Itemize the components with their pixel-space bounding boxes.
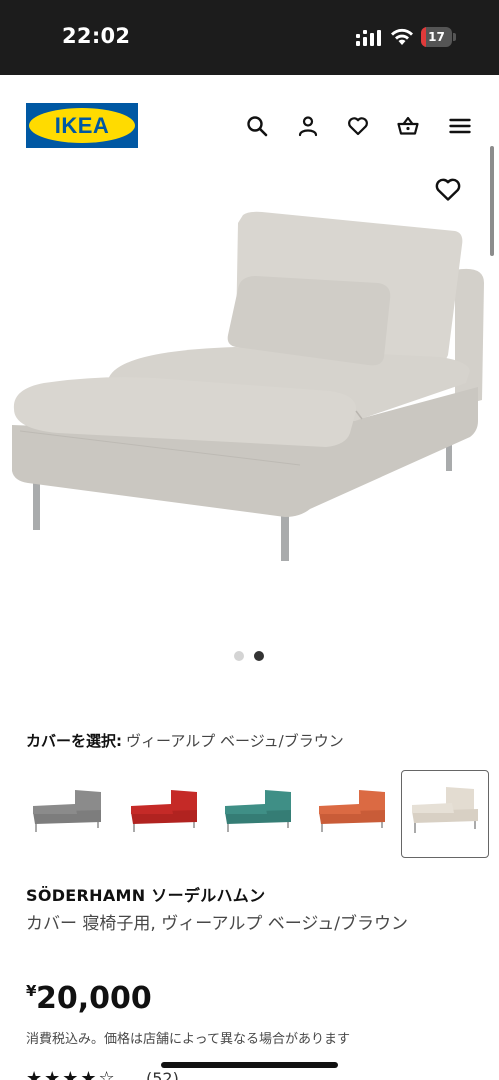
rating-stars: ★★★★☆ [26, 1068, 117, 1080]
product-image[interactable] [0, 175, 499, 640]
logo-text: IKEA [54, 113, 110, 138]
review-count[interactable]: (52) [146, 1069, 179, 1080]
signal-icon [356, 30, 381, 46]
status-time: 22:02 [62, 24, 131, 48]
price-currency: ¥ [26, 982, 37, 1000]
site-header: IKEA [0, 75, 499, 175]
account-icon[interactable] [295, 113, 321, 139]
battery-level: 17 [428, 30, 445, 44]
tax-note: 消費税込み。価格は店舗によって異なる場合があります [26, 1032, 350, 1047]
product-name: SÖDERHAMN ソーデルハムン [26, 886, 266, 905]
heart-icon[interactable] [345, 113, 371, 139]
cover-value: ヴィーアルプ ベージュ/ブラウン [126, 732, 344, 750]
cover-selection: カバーを選択: ヴィーアルプ ベージュ/ブラウン [26, 730, 344, 751]
wifi-icon [391, 28, 413, 45]
price-amount: 20,000 [36, 981, 152, 1016]
search-icon[interactable] [244, 113, 270, 139]
status-bar: 22:02 17 [0, 0, 499, 75]
favorite-heart-icon[interactable] [434, 176, 462, 202]
home-indicator[interactable] [161, 1062, 338, 1068]
carousel-dots [232, 651, 268, 663]
product-description: カバー 寝椅子用, ヴィーアルプ ベージュ/ブラウン [26, 914, 408, 934]
color-swatch-beige-selected[interactable] [401, 770, 489, 858]
rating-row[interactable]: ★★★★☆ (52) [26, 1068, 226, 1080]
ikea-logo[interactable]: IKEA [26, 103, 138, 148]
color-swatch-teal[interactable] [215, 770, 303, 858]
menu-icon[interactable] [447, 113, 473, 139]
color-swatch-gray[interactable] [27, 770, 115, 858]
basket-icon[interactable] [395, 113, 421, 139]
carousel-dot-active[interactable] [254, 651, 264, 661]
cover-label: カバーを選択: [26, 732, 122, 750]
color-swatch-red[interactable] [121, 770, 209, 858]
color-swatch-orange[interactable] [309, 770, 397, 858]
carousel-dot[interactable] [234, 651, 244, 661]
battery-icon: 17 [421, 27, 456, 47]
